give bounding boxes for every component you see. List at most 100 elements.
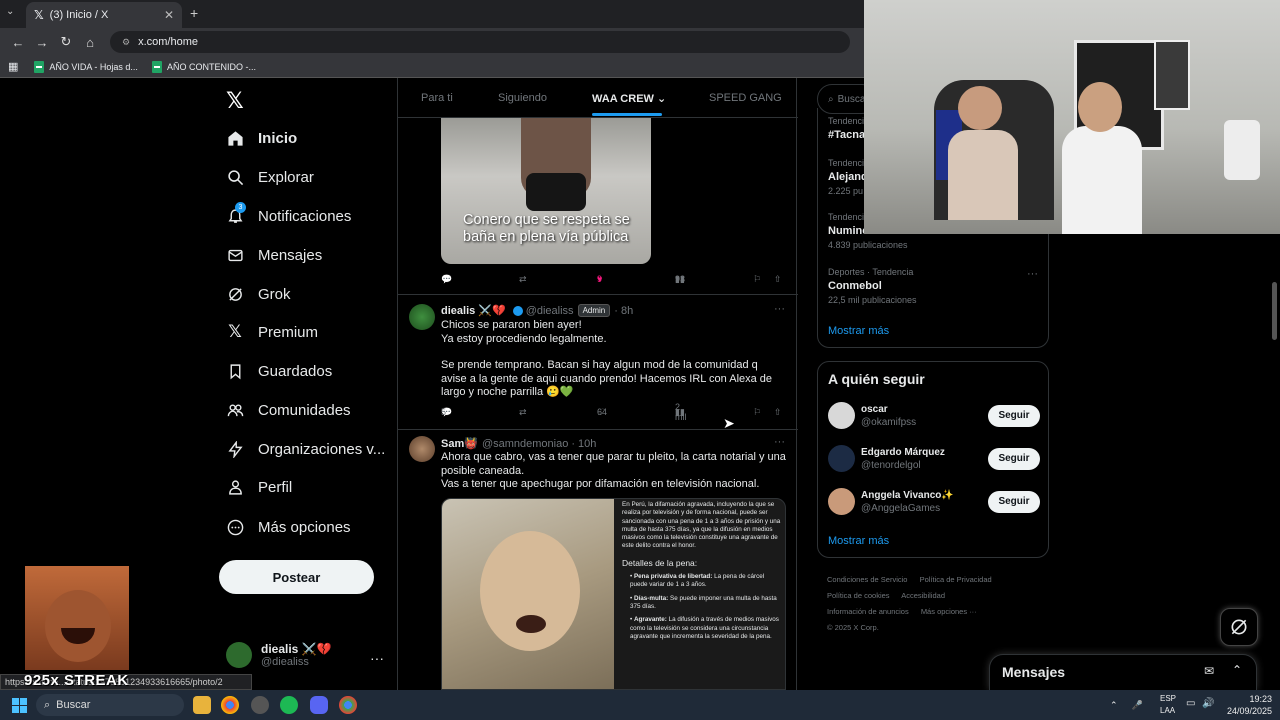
sidebar-item-guardados[interactable]: Guardados bbox=[226, 362, 332, 380]
repost-icon[interactable]: ⇄ bbox=[519, 407, 527, 418]
grok-button[interactable] bbox=[1220, 608, 1258, 646]
follow-suggestion[interactable]: Edgardo Márquez @tenordelgol Seguir bbox=[828, 445, 1040, 472]
show-more-trends-link[interactable]: Mostrar más bbox=[828, 325, 889, 337]
author-name[interactable]: Sam👹 bbox=[441, 437, 478, 450]
sidebar-item-perfil[interactable]: Perfil bbox=[226, 478, 292, 496]
sidebar-item-comunidades[interactable]: Comunidades bbox=[226, 401, 351, 419]
sidebar-item-mas-opciones[interactable]: Más opciones bbox=[226, 518, 351, 536]
new-tab-icon[interactable]: + bbox=[190, 5, 198, 21]
footer-link[interactable]: Más opciones ··· bbox=[921, 607, 977, 616]
network-icon[interactable]: ▭ bbox=[1186, 698, 1195, 709]
sidebar-item-mensajes[interactable]: Mensajes bbox=[226, 246, 322, 264]
taskbar-search[interactable]: ⌕ Buscar bbox=[36, 694, 184, 716]
expand-icon[interactable]: ⌃ bbox=[1232, 663, 1242, 677]
file-explorer-icon[interactable] bbox=[193, 696, 211, 714]
forward-icon[interactable]: → bbox=[30, 35, 54, 50]
author-name[interactable]: diealis ⚔️💔 bbox=[441, 304, 506, 317]
new-message-icon[interactable]: ✉ bbox=[1204, 664, 1214, 678]
back-icon[interactable]: ← bbox=[6, 35, 30, 50]
footer-link[interactable]: Política de cookies bbox=[827, 591, 890, 600]
trend-item[interactable]: Deportes · Tendencia Conmebol 22,5 mil p… bbox=[828, 267, 917, 305]
sidebar-item-organizaciones[interactable]: Organizaciones v... bbox=[226, 440, 385, 458]
views-button[interactable]: ▮▮ 2 mil bbox=[675, 402, 687, 422]
close-tab-icon[interactable]: ✕ bbox=[164, 8, 174, 22]
spotify-icon[interactable] bbox=[280, 696, 298, 714]
webcam-person-right-body bbox=[1062, 126, 1142, 234]
views-button[interactable]: ▮▮ 93 bbox=[675, 274, 685, 285]
tweet-image[interactable]: En Perú, la difamación agravada, incluye… bbox=[441, 498, 786, 690]
follow-suggestion[interactable]: oscar @okamifpss Seguir bbox=[828, 402, 1040, 429]
language-indicator[interactable]: ESP LAA bbox=[1160, 693, 1176, 717]
follow-button[interactable]: Seguir bbox=[988, 404, 1040, 427]
tab-speed-gang[interactable]: SPEED GANG bbox=[709, 92, 782, 104]
tab-waa-crew[interactable]: WAA CREW ⌄ bbox=[592, 92, 666, 105]
browser-tab[interactable]: 𝕏 (3) Inicio / X ✕ bbox=[26, 2, 182, 28]
post-button[interactable]: Postear bbox=[219, 560, 374, 594]
bookmark-tweet-icon[interactable]: ⚐ bbox=[753, 407, 761, 418]
sheets-icon bbox=[151, 60, 162, 73]
trend-item[interactable]: Tendencia Alejand 2.225 pu bbox=[828, 158, 869, 196]
address-bar[interactable]: ⚙ x.com/home bbox=[110, 31, 850, 53]
chevron-down-icon[interactable]: ⌄ bbox=[657, 93, 666, 105]
tab-siguiendo[interactable]: Siguiendo bbox=[498, 92, 547, 104]
apps-grid-icon[interactable]: ▦ bbox=[8, 60, 18, 73]
site-info-icon[interactable]: ⚙ bbox=[122, 37, 130, 48]
footer-link[interactable]: Información de anuncios bbox=[827, 607, 909, 616]
like-button[interactable]: ♡ 64 bbox=[597, 407, 607, 418]
account-more-icon[interactable]: ··· bbox=[370, 650, 384, 666]
home-button-icon[interactable]: ⌂ bbox=[78, 35, 102, 50]
tab-list-icon[interactable]: ⌄ bbox=[6, 6, 14, 17]
windows-start-icon[interactable] bbox=[12, 698, 27, 713]
sidebar-item-grok[interactable]: Grok bbox=[226, 285, 291, 303]
like-button[interactable]: ♥ 9 bbox=[597, 274, 602, 284]
tweet-time[interactable]: · 10h bbox=[571, 438, 596, 450]
reply-icon[interactable]: 💬 bbox=[441, 274, 452, 285]
avatar[interactable] bbox=[409, 304, 435, 330]
page-scrollbar[interactable] bbox=[1270, 234, 1280, 690]
sidebar-item-notificaciones[interactable]: 3 Notificaciones bbox=[226, 202, 351, 225]
trend-item[interactable]: Tendencia #Tacna bbox=[828, 116, 869, 141]
follow-button[interactable]: Seguir bbox=[988, 447, 1040, 470]
author-handle[interactable]: @samndemoniao bbox=[482, 438, 568, 450]
footer-link[interactable]: Accesibilidad bbox=[901, 591, 945, 600]
chrome-active-icon[interactable] bbox=[339, 696, 357, 714]
sidebar-item-explorar[interactable]: Explorar bbox=[226, 168, 314, 186]
scroll-thumb[interactable] bbox=[1272, 282, 1277, 340]
show-more-follow-link[interactable]: Mostrar más bbox=[828, 535, 889, 547]
reload-icon[interactable]: ↻ bbox=[54, 34, 78, 50]
bookmark-item[interactable]: AÑO VIDA - Hojas d... bbox=[34, 60, 138, 73]
sidebar-item-inicio[interactable]: Inicio bbox=[226, 129, 297, 147]
account-switcher[interactable]: diealis ⚔️💔 @diealiss ··· bbox=[226, 642, 384, 668]
share-icon[interactable]: ⇧ bbox=[774, 407, 782, 418]
tray-chevron-icon[interactable]: ⌃ bbox=[1110, 700, 1118, 711]
trend-more-icon[interactable]: ··· bbox=[1027, 268, 1038, 280]
sidebar-item-premium[interactable]: 𝕏 Premium bbox=[226, 322, 318, 341]
bookmark-item[interactable]: AÑO CONTENIDO -... bbox=[151, 60, 256, 73]
share-icon[interactable]: ⇧ bbox=[774, 274, 782, 285]
repost-icon[interactable]: ⇄ bbox=[519, 274, 527, 285]
tab-para-ti[interactable]: Para ti bbox=[421, 92, 453, 104]
follow-suggestion[interactable]: Anggela Vivanco✨ @AnggelaGames Seguir bbox=[828, 488, 1040, 515]
microphone-icon[interactable]: 🎤 bbox=[1132, 700, 1143, 711]
footer-link[interactable]: Condiciones de Servicio bbox=[827, 575, 907, 584]
bookmark-tweet-icon[interactable]: ⚐ bbox=[753, 274, 761, 285]
tweet-image[interactable]: Conero que se respeta se baña en plena v… bbox=[441, 118, 651, 264]
author-handle[interactable]: @diealiss bbox=[526, 305, 574, 317]
app-icon[interactable] bbox=[251, 696, 269, 714]
reply-button[interactable]: 💬 5 bbox=[441, 407, 452, 418]
footer-link[interactable]: Política de Privacidad bbox=[920, 575, 992, 584]
follow-button[interactable]: Seguir bbox=[988, 490, 1040, 513]
x-logo-icon[interactable]: 𝕏 bbox=[226, 88, 244, 114]
messages-drawer[interactable]: Mensajes ✉ ⌃ bbox=[989, 654, 1257, 690]
tweet-more-icon[interactable]: ··· bbox=[774, 303, 785, 315]
chrome-icon[interactable] bbox=[221, 696, 239, 714]
discord-icon[interactable] bbox=[310, 696, 328, 714]
tweet-more-icon[interactable]: ··· bbox=[774, 436, 785, 448]
taskbar-clock[interactable]: 19:23 24/09/2025 bbox=[1222, 693, 1272, 717]
webcam-person-right bbox=[1078, 82, 1122, 132]
envelope-icon bbox=[226, 246, 244, 264]
tweet-time[interactable]: · 8h bbox=[614, 305, 633, 317]
image-shorts bbox=[526, 173, 586, 211]
avatar[interactable] bbox=[409, 436, 435, 462]
volume-icon[interactable]: 🔊 bbox=[1202, 698, 1214, 709]
